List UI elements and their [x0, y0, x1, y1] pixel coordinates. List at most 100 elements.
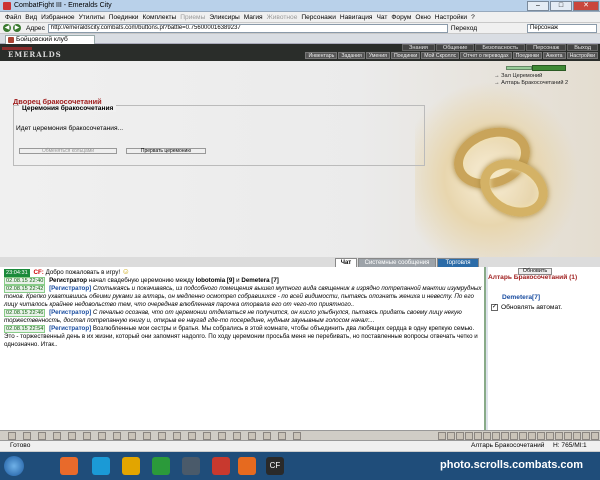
skype-icon[interactable]: [92, 457, 110, 475]
menu-item[interactable]: Форум: [391, 14, 411, 21]
toolbar-action-icon[interactable]: [528, 432, 536, 440]
toolbar-action-icon[interactable]: [537, 432, 545, 440]
toolbar-action-icon[interactable]: [519, 432, 527, 440]
toolbar-action-icon[interactable]: [23, 432, 31, 440]
toolbar-action-icon[interactable]: [501, 432, 509, 440]
link-altar-2[interactable]: → Алтарь Бракосочетаний 2: [494, 80, 568, 87]
game-nav-item[interactable]: Общение: [435, 44, 475, 51]
menu-item[interactable]: Комплекты: [142, 14, 176, 21]
checkbox-icon[interactable]: ✓: [491, 304, 498, 311]
start-icon[interactable]: [4, 456, 24, 476]
menu-item[interactable]: Вид: [25, 14, 37, 21]
auto-refresh-checkbox[interactable]: ✓ Обновлять автомат.: [491, 304, 562, 311]
app-icon[interactable]: [60, 457, 78, 475]
menu-item[interactable]: Навигация: [340, 14, 373, 21]
menu-item[interactable]: Эликсиры: [209, 14, 239, 21]
toolbar-action-icon[interactable]: [113, 432, 121, 440]
toolbar-action-icon[interactable]: [573, 432, 581, 440]
toolbar-action-icon[interactable]: [438, 432, 446, 440]
menu-item[interactable]: ?: [471, 14, 475, 21]
toolbar-action-icon[interactable]: [447, 432, 455, 440]
toolbar-action-icon[interactable]: [278, 432, 286, 440]
toolbar-action-icon[interactable]: [564, 432, 572, 440]
game-subnav-item[interactable]: Инвентарь: [305, 52, 338, 59]
forward-icon[interactable]: ▶: [13, 24, 21, 32]
toolbar-action-icon[interactable]: [582, 432, 590, 440]
game-subnav-item[interactable]: Задания: [338, 52, 365, 59]
game-nav-item[interactable]: Безопасность: [475, 44, 526, 51]
game-nav-item[interactable]: Знания: [402, 44, 435, 51]
character-search-input[interactable]: Персонаж: [527, 23, 597, 33]
minimize-button[interactable]: –: [527, 0, 549, 11]
game-nav-item[interactable]: Персонаж: [526, 44, 567, 51]
game-nav-item[interactable]: Выход: [567, 44, 598, 51]
sender[interactable]: [Регистратор]: [49, 325, 91, 332]
tab-trade[interactable]: Торговля: [437, 258, 479, 267]
toolbar-action-icon[interactable]: [53, 432, 61, 440]
combatfight-icon[interactable]: CF: [266, 457, 284, 475]
game-subnav-item[interactable]: Умения: [365, 52, 390, 59]
toolbar-action-icon[interactable]: [83, 432, 91, 440]
menu-item[interactable]: Приемы: [180, 14, 205, 21]
toolbar-action-icon[interactable]: [128, 432, 136, 440]
toolbar-action-icon[interactable]: [546, 432, 554, 440]
altar-user[interactable]: Demetera[7]: [502, 294, 540, 301]
toolbar-action-icon[interactable]: [483, 432, 491, 440]
link-ceremony-hall[interactable]: → Зал Церемоний: [494, 73, 568, 80]
sender[interactable]: [Регистратор]: [49, 285, 91, 292]
toolbar-action-icon[interactable]: [188, 432, 196, 440]
toolbar-action-icon[interactable]: [173, 432, 181, 440]
app-icon[interactable]: [212, 457, 230, 475]
game-subnav-item[interactable]: Отчет о переводах: [460, 52, 512, 59]
sender[interactable]: [Регистратор]: [49, 309, 91, 316]
toolbar-action-icon[interactable]: [203, 432, 211, 440]
stop-ceremony-button[interactable]: Прервать церемонию: [126, 148, 206, 154]
toolbar-action-icon[interactable]: [248, 432, 256, 440]
toolbar-action-icon[interactable]: [218, 432, 226, 440]
exchange-rings-button[interactable]: Обменяться кольцами: [19, 148, 117, 154]
toolbar-action-icon[interactable]: [158, 432, 166, 440]
game-subnav-item[interactable]: Анкета: [542, 52, 566, 59]
toolbar-action-icon[interactable]: [98, 432, 106, 440]
app-icon[interactable]: [152, 457, 170, 475]
menu-item[interactable]: Чат: [376, 14, 387, 21]
game-subnav-item[interactable]: Мой Скроллс: [421, 52, 460, 59]
back-icon[interactable]: ◀: [3, 24, 11, 32]
toolbar-action-icon[interactable]: [474, 432, 482, 440]
close-button[interactable]: ✕: [573, 0, 599, 11]
sender[interactable]: Регистратор: [49, 277, 87, 284]
go-button[interactable]: Переход: [451, 25, 477, 32]
game-subnav-item[interactable]: Поединки: [390, 52, 421, 59]
menu-item[interactable]: Настройки: [435, 14, 467, 21]
toolbar-action-icon[interactable]: [293, 432, 301, 440]
menu-item[interactable]: Файл: [5, 14, 21, 21]
user-1[interactable]: Iobotomia [9]: [196, 277, 235, 284]
app-icon[interactable]: [182, 457, 200, 475]
tab-fight-club[interactable]: Бойцовский клуб: [5, 35, 95, 44]
tab-system-messages[interactable]: Системные сообщения: [358, 258, 436, 267]
firefox-icon[interactable]: [238, 457, 256, 475]
menu-item[interactable]: Животное: [267, 14, 298, 21]
menu-item[interactable]: Персонажи: [301, 14, 336, 21]
toolbar-action-icon[interactable]: [8, 432, 16, 440]
toolbar-action-icon[interactable]: [456, 432, 464, 440]
toolbar-action-icon[interactable]: [38, 432, 46, 440]
toolbar-action-icon[interactable]: [492, 432, 500, 440]
toolbar-action-icon[interactable]: [68, 432, 76, 440]
game-subnav-item[interactable]: Настройки: [566, 52, 598, 59]
toolbar-action-icon[interactable]: [555, 432, 563, 440]
game-subnav-item[interactable]: Поединки: [512, 52, 542, 59]
maximize-button[interactable]: □: [550, 0, 572, 11]
user-2[interactable]: Demetera [7]: [241, 277, 279, 284]
toolbar-action-icon[interactable]: [233, 432, 241, 440]
menu-item[interactable]: Окно: [415, 14, 430, 21]
toolbar-action-icon[interactable]: [465, 432, 473, 440]
menu-item[interactable]: Поединки: [109, 14, 139, 21]
address-input[interactable]: http://emeraldscity.combats.com/buttons.…: [47, 23, 448, 33]
app-icon[interactable]: [122, 457, 140, 475]
menu-item[interactable]: Избранное: [41, 14, 74, 21]
menu-item[interactable]: Магия: [244, 14, 263, 21]
toolbar-action-icon[interactable]: [143, 432, 151, 440]
toolbar-action-icon[interactable]: [263, 432, 271, 440]
toolbar-action-icon[interactable]: [591, 432, 599, 440]
